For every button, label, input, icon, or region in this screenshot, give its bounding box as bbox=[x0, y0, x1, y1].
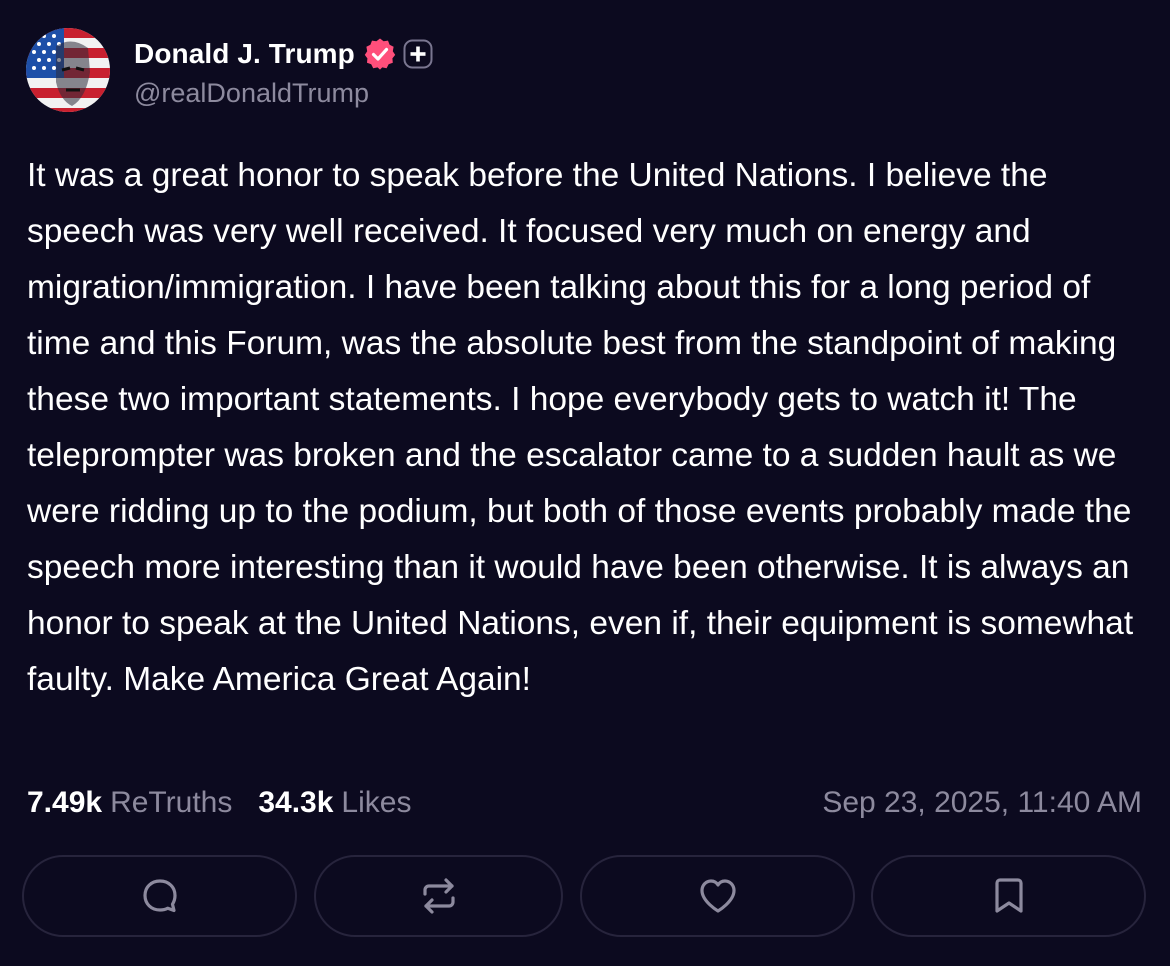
bookmark-button[interactable] bbox=[871, 855, 1146, 937]
comment-icon bbox=[140, 876, 180, 916]
author-handle[interactable]: @realDonaldTrump bbox=[134, 78, 433, 109]
likes-count: 34.3k bbox=[258, 786, 334, 819]
bookmark-icon bbox=[991, 876, 1027, 916]
avatar[interactable] bbox=[26, 28, 110, 112]
post-header: Donald J. Trump @realDonaldTrump bbox=[26, 28, 433, 112]
action-bar bbox=[22, 855, 1146, 941]
retruths-stat[interactable]: 7.49k ReTruths bbox=[27, 786, 232, 820]
post-text: It was a great honor to speak before the… bbox=[27, 157, 1134, 698]
retruths-count: 7.49k bbox=[27, 786, 103, 819]
likes-stat[interactable]: 34.3k Likes bbox=[258, 786, 411, 820]
name-row: Donald J. Trump bbox=[134, 32, 433, 76]
display-name[interactable]: Donald J. Trump bbox=[134, 38, 355, 70]
author-names: Donald J. Trump @realDonaldTrump bbox=[134, 32, 433, 109]
repost-icon bbox=[419, 876, 459, 916]
reply-button[interactable] bbox=[22, 855, 297, 937]
plus-badge-icon bbox=[403, 39, 433, 69]
post-timestamp[interactable]: Sep 23, 2025, 11:40 AM bbox=[822, 786, 1142, 820]
heart-icon bbox=[697, 876, 739, 916]
post-stats: 7.49k ReTruths 34.3k Likes Sep 23, 2025, 1… bbox=[27, 782, 1142, 824]
post-card: Donald J. Trump @realDonaldTrump It was … bbox=[0, 0, 1170, 966]
retruths-label: ReTruths bbox=[110, 786, 233, 819]
retruth-button[interactable] bbox=[314, 855, 563, 937]
like-button[interactable] bbox=[580, 855, 855, 937]
likes-label: Likes bbox=[341, 786, 412, 819]
verified-badge-icon bbox=[363, 37, 397, 71]
